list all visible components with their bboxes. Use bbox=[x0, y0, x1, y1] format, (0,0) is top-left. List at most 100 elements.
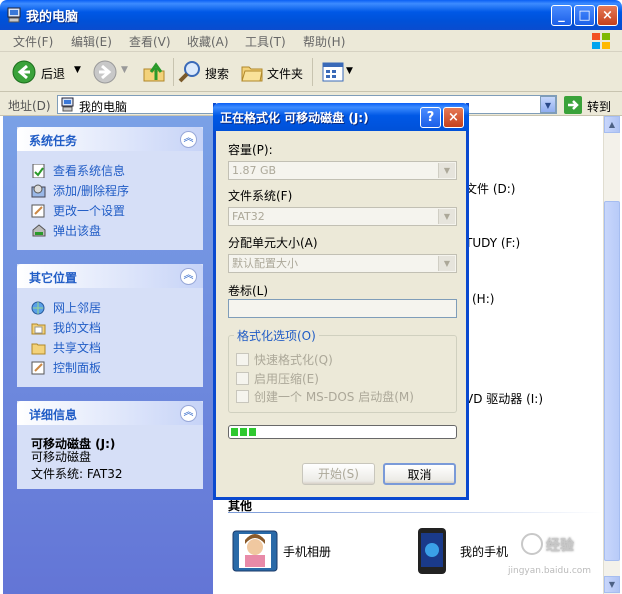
scroll-down-arrow-icon[interactable]: ▼ bbox=[604, 576, 620, 593]
system-tasks-header[interactable]: 系统任务 ︽ bbox=[17, 127, 203, 151]
window-title-bar[interactable] bbox=[0, 0, 622, 30]
other-places-panel: 其它位置 ︽ 网上邻居 我的文档 共享文档 控制面板 bbox=[17, 264, 203, 387]
quick-format-label: 快速格式化(Q) bbox=[254, 353, 333, 367]
my-documents-icon bbox=[31, 323, 46, 335]
folders-icon[interactable] bbox=[240, 60, 264, 84]
scroll-thumb[interactable] bbox=[604, 201, 620, 561]
network-places-link[interactable]: 网上邻居 bbox=[53, 299, 101, 316]
toolbar-separator bbox=[173, 58, 174, 86]
up-folder-icon[interactable] bbox=[142, 60, 166, 84]
forward-dropdown-icon[interactable]: ▼ bbox=[121, 65, 128, 75]
collapse-chevron-icon[interactable]: ︽ bbox=[180, 405, 197, 422]
my-phone-label[interactable]: 我的手机 bbox=[460, 543, 508, 560]
other-places-header[interactable]: 其它位置 ︽ bbox=[17, 264, 203, 288]
phone-album-icon[interactable] bbox=[232, 530, 278, 572]
collapse-chevron-icon[interactable]: ︽ bbox=[180, 268, 197, 285]
details-header[interactable]: 详细信息 ︽ bbox=[17, 401, 203, 425]
network-places-icon bbox=[31, 301, 45, 315]
collapse-chevron-icon[interactable]: ︽ bbox=[180, 131, 197, 148]
system-info-icon bbox=[32, 164, 45, 178]
drive-i-label[interactable]: VD 驱动器 (I:) bbox=[465, 390, 543, 407]
other-places-title: 其它位置 bbox=[29, 271, 78, 285]
format-progress-bar bbox=[228, 425, 457, 439]
views-icon[interactable] bbox=[322, 62, 344, 82]
menu-view[interactable]: 查看(V) bbox=[129, 33, 171, 50]
format-dialog: 容量(P): 1.87 GB ▼ 文件系统(F) FAT32 ▼ 分配单元大小(… bbox=[213, 103, 469, 500]
chevron-down-icon[interactable]: ▼ bbox=[438, 163, 455, 178]
menu-favorites[interactable]: 收藏(A) bbox=[187, 33, 229, 50]
change-setting-icon bbox=[31, 204, 45, 218]
folders-button[interactable]: 文件夹 bbox=[267, 65, 303, 82]
phone-album-label[interactable]: 手机相册 bbox=[283, 543, 331, 560]
forward-arrow-icon[interactable] bbox=[93, 60, 117, 84]
my-phone-icon[interactable] bbox=[417, 527, 447, 575]
address-dropdown-icon[interactable]: ▼ bbox=[540, 96, 556, 113]
format-dialog-title: 正在格式化 可移动磁盘 (J:) bbox=[220, 111, 369, 125]
msdos-boot-disk-checkbox[interactable]: 创建一个 MS-DOS 启动盘(M) bbox=[236, 388, 414, 405]
menu-file[interactable]: 文件(F) bbox=[13, 33, 53, 50]
filesystem-value: FAT32 bbox=[232, 210, 265, 223]
address-label: 地址(D) bbox=[8, 99, 51, 113]
go-arrow-icon[interactable] bbox=[564, 96, 582, 114]
menu-tools[interactable]: 工具(T) bbox=[245, 33, 286, 50]
cancel-button[interactable]: 取消 bbox=[383, 463, 456, 485]
allocation-value: 默认配置大小 bbox=[232, 257, 298, 270]
chevron-down-icon[interactable]: ▼ bbox=[438, 209, 455, 224]
watermark-url: jingyan.baidu.com bbox=[508, 566, 592, 576]
search-icon[interactable] bbox=[178, 60, 202, 84]
change-setting-link[interactable]: 更改一个设置 bbox=[53, 202, 125, 219]
msdos-boot-disk-label: 创建一个 MS-DOS 启动盘(M) bbox=[254, 390, 414, 404]
drive-f-label[interactable]: TUDY (F:) bbox=[465, 236, 520, 250]
system-tasks-title: 系统任务 bbox=[29, 134, 78, 148]
back-dropdown-icon[interactable]: ▼ bbox=[74, 65, 81, 75]
my-documents-link[interactable]: 我的文档 bbox=[53, 319, 101, 336]
enable-compression-label: 启用压缩(E) bbox=[254, 372, 319, 386]
drive-d-label[interactable]: 文件 (D:) bbox=[465, 180, 515, 197]
menu-help[interactable]: 帮助(H) bbox=[303, 33, 345, 50]
capacity-select[interactable]: 1.87 GB ▼ bbox=[228, 161, 457, 180]
eject-disk-link[interactable]: 弹出该盘 bbox=[53, 222, 101, 239]
start-button[interactable]: 开始(S) bbox=[302, 463, 375, 485]
dialog-close-button[interactable]: × bbox=[443, 107, 464, 128]
back-arrow-icon[interactable] bbox=[12, 60, 36, 84]
filesystem-select[interactable]: FAT32 ▼ bbox=[228, 207, 457, 226]
details-type: 可移动磁盘 bbox=[31, 450, 92, 464]
quick-format-checkbox[interactable]: 快速格式化(Q) bbox=[236, 351, 333, 368]
details-panel: 详细信息 ︽ 可移动磁盘 (J:) 可移动磁盘 文件系统: FAT32 bbox=[17, 401, 203, 489]
maximize-button[interactable]: □ bbox=[574, 5, 595, 26]
view-system-info-link[interactable]: 查看系统信息 bbox=[53, 162, 125, 179]
close-button[interactable]: × bbox=[597, 5, 618, 26]
back-button[interactable]: 后退 bbox=[41, 65, 65, 82]
details-filesystem: 文件系统: FAT32 bbox=[31, 467, 123, 481]
search-button[interactable]: 搜索 bbox=[205, 65, 229, 82]
chevron-down-icon[interactable]: ▼ bbox=[438, 256, 455, 271]
format-options-label: 格式化选项(O) bbox=[234, 327, 319, 344]
volume-input[interactable] bbox=[228, 299, 457, 318]
shared-documents-icon bbox=[31, 343, 46, 355]
add-remove-programs-link[interactable]: 添加/删除程序 bbox=[53, 182, 129, 199]
address-value: 我的电脑 bbox=[79, 100, 128, 114]
details-title: 详细信息 bbox=[29, 408, 78, 422]
add-remove-programs-icon bbox=[31, 184, 46, 198]
allocation-select[interactable]: 默认配置大小 ▼ bbox=[228, 254, 457, 273]
menu-edit[interactable]: 编辑(E) bbox=[71, 33, 112, 50]
window-title: 我的电脑 bbox=[26, 10, 79, 25]
views-dropdown-icon[interactable]: ▼ bbox=[346, 66, 353, 76]
allocation-label: 分配单元大小(A) bbox=[228, 236, 318, 250]
minimize-button[interactable]: _ bbox=[551, 5, 572, 26]
control-panel-icon bbox=[31, 361, 45, 375]
my-computer-icon bbox=[7, 7, 21, 23]
help-button[interactable]: ? bbox=[420, 107, 441, 128]
enable-compression-checkbox[interactable]: 启用压缩(E) bbox=[236, 370, 319, 387]
filesystem-label: 文件系统(F) bbox=[228, 189, 293, 203]
drive-h-label[interactable]: (H:) bbox=[472, 292, 494, 306]
go-button[interactable]: 转到 bbox=[587, 98, 611, 115]
format-progress-fill bbox=[231, 428, 258, 436]
capacity-label: 容量(P): bbox=[228, 143, 273, 157]
capacity-value: 1.87 GB bbox=[232, 164, 277, 177]
scroll-up-arrow-icon[interactable]: ▲ bbox=[604, 116, 620, 133]
control-panel-link[interactable]: 控制面板 bbox=[53, 359, 101, 376]
eject-disk-icon bbox=[32, 224, 46, 237]
baidu-jingyan-watermark: 经验 bbox=[520, 530, 582, 560]
shared-documents-link[interactable]: 共享文档 bbox=[53, 339, 101, 356]
